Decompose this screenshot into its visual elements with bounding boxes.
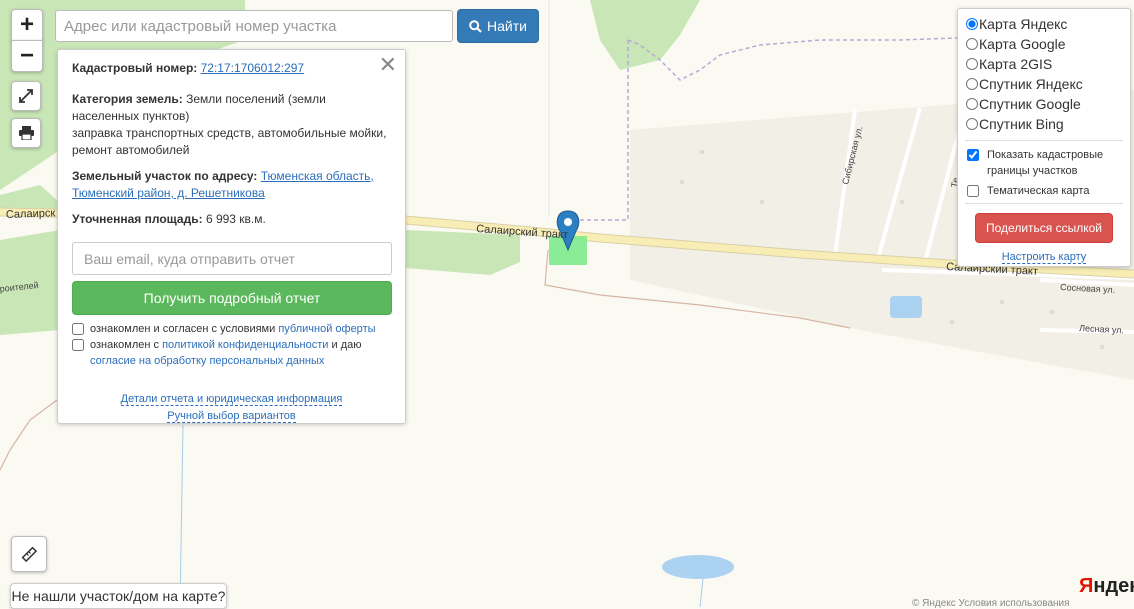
thematic-map-checkbox[interactable] (967, 185, 979, 197)
report-details-link[interactable]: Детали отчета и юридическая информация (120, 393, 343, 406)
area-row: Уточненная площадь: 6 993 кв.м. (72, 211, 391, 228)
address-label: Земельный участок по адресу: (72, 169, 258, 183)
zoom-out-button[interactable]: − (11, 40, 43, 72)
expand-icon (19, 89, 33, 103)
land-category-row: Категория земель: Земли поселений (земли… (72, 91, 391, 159)
map-label-salair-left: Салаирск (6, 207, 56, 221)
plus-icon: + (19, 11, 34, 38)
divider (965, 203, 1123, 204)
layer-option-label: Спутник Google (979, 96, 1081, 112)
ruler-icon (21, 546, 37, 562)
thematic-map-label: Тематическая карта (987, 185, 1090, 197)
ruler-button[interactable] (11, 536, 47, 572)
yandex-logo[interactable]: Яндекс (1079, 575, 1134, 598)
layer-option-google-map[interactable]: Карта Google (965, 34, 1123, 54)
configure-map-link[interactable]: Настроить карту (1001, 251, 1087, 264)
layer-option-label: Спутник Яндекс (979, 76, 1083, 92)
show-boundaries-option[interactable]: Показать кадастровые границы участков (965, 147, 1123, 179)
layer-radio[interactable] (966, 98, 978, 110)
printer-icon (18, 126, 34, 140)
yandex-logo-y: Я (1079, 575, 1094, 597)
search-button[interactable]: Найти (457, 9, 539, 43)
get-report-label: Получить подробный отчет (143, 290, 321, 306)
layer-option-label: Карта 2GIS (979, 56, 1053, 72)
zoom-in-button[interactable]: + (11, 9, 43, 41)
layer-radio[interactable] (966, 58, 978, 70)
privacy-agreement-text: ознакомлен с (90, 339, 160, 351)
layer-option-yandex-satellite[interactable]: Спутник Яндекс (965, 74, 1123, 94)
fullscreen-button[interactable] (11, 81, 41, 111)
layer-option-2gis-map[interactable]: Карта 2GIS (965, 54, 1123, 74)
email-field[interactable] (72, 242, 392, 275)
get-report-button[interactable]: Получить подробный отчет (72, 281, 392, 315)
privacy-agreement-mid: и даю (331, 339, 362, 351)
not-found-label: Не нашли участок/дом на карте? (11, 588, 226, 604)
public-offer-link[interactable]: публичной оферты (278, 323, 375, 335)
layer-option-google-satellite[interactable]: Спутник Google (965, 94, 1123, 114)
layer-radio[interactable] (966, 38, 978, 50)
layer-option-bing-satellite[interactable]: Спутник Bing (965, 114, 1123, 134)
area-label: Уточненная площадь: (72, 212, 203, 226)
layer-radio[interactable] (966, 118, 978, 130)
plot-info-panel: ✕ Кадастровый номер: 72:17:1706012:297 К… (57, 49, 406, 424)
search-icon (469, 19, 482, 33)
share-link-label: Поделиться ссылкой (986, 221, 1102, 235)
cadastral-number-label: Кадастровый номер: (72, 61, 198, 75)
offer-agreement-checkbox[interactable] (72, 323, 84, 335)
layer-option-label: Карта Яндекс (979, 16, 1068, 32)
not-found-button[interactable]: Не нашли участок/дом на карте? (10, 583, 227, 609)
show-boundaries-label: Показать кадастровые границы участков (987, 149, 1104, 177)
map-layers-panel: Карта Яндекс Карта Google Карта 2GIS Спу… (957, 8, 1131, 267)
layer-option-yandex-map[interactable]: Карта Яндекс (965, 14, 1123, 34)
thematic-map-option[interactable]: Тематическая карта (965, 183, 1123, 199)
area-value: 6 993 кв.м. (205, 212, 266, 226)
divider (965, 140, 1123, 141)
privacy-agreement-checkbox[interactable] (72, 339, 84, 351)
minus-icon: − (19, 42, 34, 69)
search-button-label: Найти (487, 18, 527, 34)
privacy-policy-link[interactable]: политикой конфиденциальности (162, 339, 328, 351)
pond (662, 555, 734, 579)
address-row: Земельный участок по адресу: Тюменская о… (72, 168, 391, 202)
manual-selection-link[interactable]: Ручной выбор вариантов (167, 410, 296, 423)
land-category-label: Категория земель: (72, 92, 183, 106)
panel-footer-links: Детали отчета и юридическая информация Р… (72, 391, 391, 425)
layer-radio[interactable] (966, 78, 978, 90)
layer-radio[interactable] (966, 18, 978, 30)
search-input[interactable] (55, 10, 453, 42)
cadastral-number-link[interactable]: 72:17:1706012:297 (201, 61, 304, 75)
layer-option-label: Карта Google (979, 36, 1066, 52)
personal-data-consent-link[interactable]: согласие на обработку персональных данны… (90, 355, 324, 367)
offer-agreement-row: ознакомлен и согласен с условиями публич… (72, 321, 391, 337)
show-boundaries-checkbox[interactable] (967, 149, 979, 161)
cadastral-number-row: Кадастровый номер: 72:17:1706012:297 (72, 60, 391, 77)
offer-agreement-text: ознакомлен и согласен с условиями (90, 323, 276, 335)
copyright-text: © Яндекс Условия использования (912, 598, 1070, 609)
layer-option-label: Спутник Bing (979, 116, 1064, 132)
pond (890, 296, 922, 318)
land-use-value: заправка транспортных средств, автомобил… (72, 126, 387, 157)
yandex-logo-rest: ндекс (1093, 575, 1134, 597)
print-button[interactable] (11, 118, 41, 148)
privacy-agreement-row: ознакомлен с политикой конфиденциальност… (72, 337, 391, 369)
close-icon[interactable]: ✕ (379, 54, 397, 76)
configure-map-row: Настроить карту (965, 251, 1123, 264)
share-link-button[interactable]: Поделиться ссылкой (975, 213, 1113, 243)
